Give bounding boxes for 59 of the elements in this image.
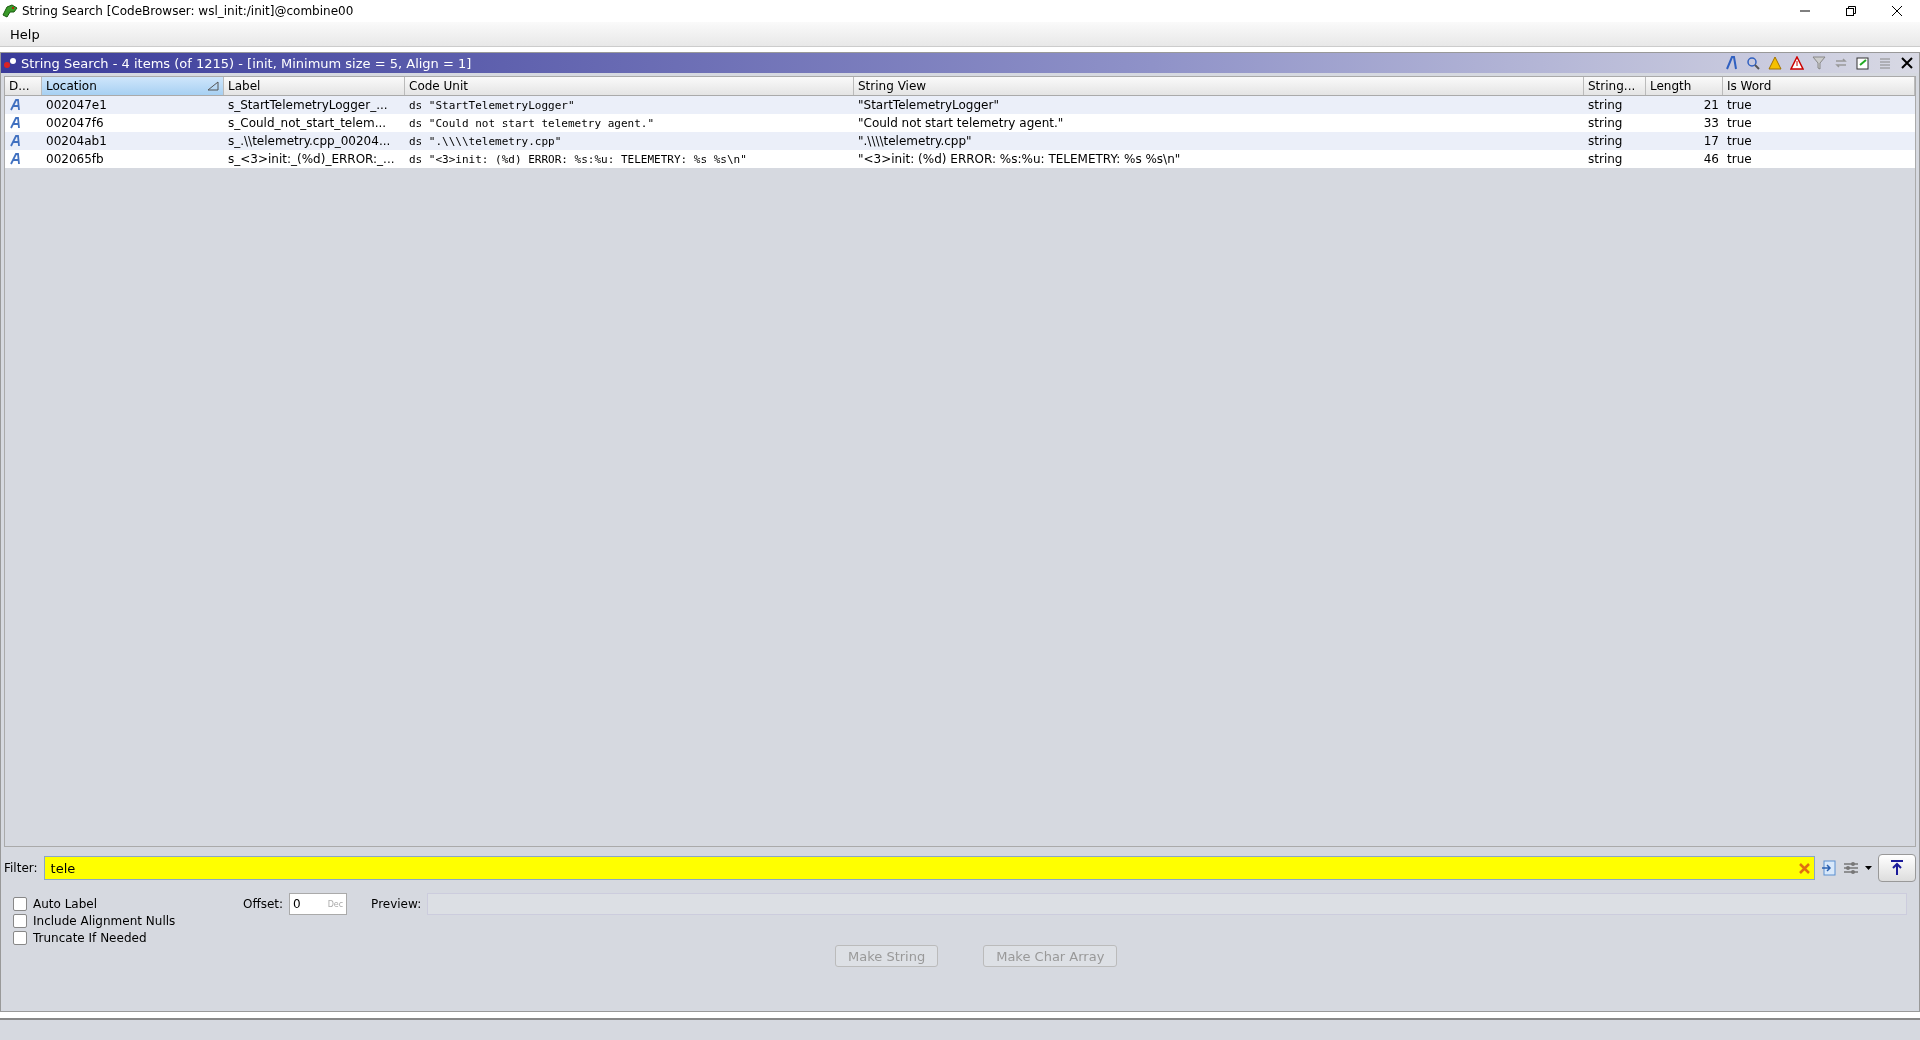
filter-input[interactable]: tele xyxy=(48,859,1799,877)
scroll-top-button[interactable] xyxy=(1878,854,1916,882)
table-cell-text: true xyxy=(1726,151,1753,168)
sort-icon xyxy=(207,81,219,91)
filter-field[interactable]: tele xyxy=(43,856,1815,880)
table-cell-text: "Could not start telemetry agent." xyxy=(857,115,1065,132)
table-cell-text: true xyxy=(1726,133,1753,150)
table-cell-text: s_StartTelemetryLogger_... xyxy=(227,97,389,114)
table-cell-text: 002065fb xyxy=(45,151,105,168)
column-header[interactable]: String... xyxy=(1584,77,1646,95)
checkbox-label: Auto Label xyxy=(33,897,98,911)
dropdown-caret-icon[interactable] xyxy=(1865,866,1872,870)
menu-item[interactable]: Help xyxy=(8,26,42,42)
table-cell-text: true xyxy=(1726,97,1753,114)
table-cell-text: 21 xyxy=(1702,97,1720,114)
arrow-to-top-icon xyxy=(1890,860,1904,876)
table-cell-text: 33 xyxy=(1702,115,1720,132)
preview-label: Preview: xyxy=(371,897,422,911)
table-cell-text: string xyxy=(1587,97,1624,114)
sliders-icon[interactable] xyxy=(1843,861,1859,875)
checkbox[interactable] xyxy=(13,897,27,911)
table-cell-text: "StartTelemetryLogger" xyxy=(857,97,1000,114)
table-cell-text: 002047f6 xyxy=(45,115,105,132)
table-cell-text: 17 xyxy=(1702,133,1720,150)
table-cell-text: string xyxy=(1587,115,1624,132)
table-cell-text: ds ".\\\\telemetry.cpp" xyxy=(408,133,563,150)
filter-label: Filter: xyxy=(4,861,38,875)
table-cell-text: 00204ab1 xyxy=(45,133,108,150)
table-cell-text: string xyxy=(1587,133,1624,150)
close-icon[interactable] xyxy=(1892,6,1902,16)
table-cell-text: ds "Could not start telemetry agent." xyxy=(408,115,656,132)
error-triangle-icon[interactable] xyxy=(1787,54,1807,72)
column-header[interactable]: Location xyxy=(42,77,224,95)
table-cell-text: true xyxy=(1726,115,1753,132)
table-cell-text: "<3>init: (%d) ERROR: %s:%u: TELEMETRY: %s %s\n" xyxy=(857,151,1182,168)
column-header[interactable]: Length xyxy=(1646,77,1723,95)
column-header[interactable]: Label xyxy=(224,77,405,95)
table-cell-text: s_<3>init:_(%d)_ERROR:_... xyxy=(227,151,396,168)
clear-icon[interactable] xyxy=(1799,862,1810,874)
offset-field[interactable]: 0 Dec xyxy=(289,893,348,915)
table-cell-text: ds "StartTelemetryLogger" xyxy=(408,97,576,114)
table-cell-text: 46 xyxy=(1702,151,1720,168)
restore-icon[interactable] xyxy=(1846,6,1856,16)
window-title: String Search [CodeBrowser: wsl_init:/init]@combine00 xyxy=(22,4,355,18)
table-cell-text: string xyxy=(1587,151,1624,168)
table-cell-text: ds "<3>init: (%d) ERROR: %s:%u: TELEMETRY: %s %s\n" xyxy=(408,151,748,168)
checkbox[interactable] xyxy=(13,914,27,928)
table-cell-text: s_Could_not_start_telem... xyxy=(227,115,388,132)
panel-title: String Search - 4 items (of 1215) - [init, Minimum size = 5, Align = 1] xyxy=(21,55,473,71)
table-cell-text: s_.\\telemetry.cpp_00204... xyxy=(227,133,392,150)
column-header[interactable]: Is Word xyxy=(1723,77,1915,95)
column-header[interactable]: Code Unit xyxy=(405,77,854,95)
checkbox-label: Include Alignment Nulls xyxy=(33,914,176,928)
checkbox[interactable] xyxy=(13,931,27,945)
table-cell-text: ".\\\\telemetry.cpp" xyxy=(857,133,973,150)
table-cell-text: 002047e1 xyxy=(45,97,108,114)
checkbox-label: Truncate If Needed xyxy=(33,931,147,945)
offset-label: Offset: xyxy=(243,897,284,911)
column-header[interactable]: String View xyxy=(854,77,1584,95)
